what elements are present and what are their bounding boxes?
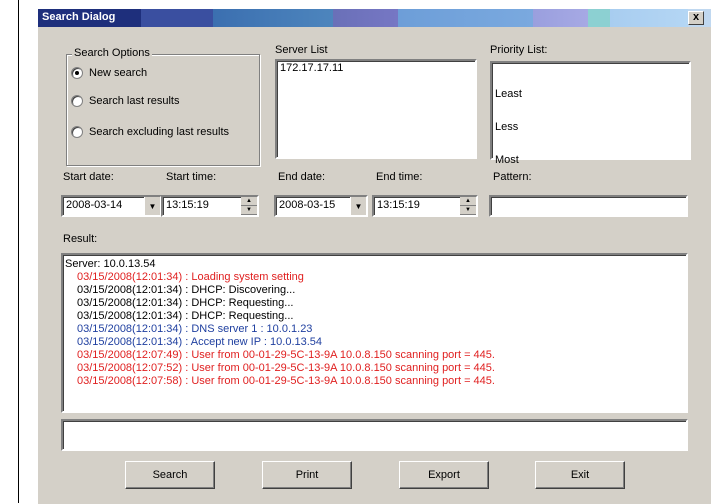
page-left-border: [18, 0, 19, 503]
export-button[interactable]: Export: [399, 461, 489, 489]
end-time-value: 13:15:19: [377, 199, 420, 211]
chevron-down-icon[interactable]: ▼: [350, 197, 366, 215]
spin-buttons[interactable]: ▲ ▼: [460, 197, 476, 215]
result-label: Result:: [63, 233, 98, 245]
pattern-label: Pattern:: [493, 171, 532, 183]
start-time-value: 13:15:19: [166, 199, 209, 211]
radio-label-new-search: New search: [89, 67, 148, 79]
print-button[interactable]: Print: [262, 461, 352, 489]
spin-down-icon[interactable]: ▼: [460, 206, 476, 215]
result-log-line: 03/15/2008(12:01:34) : DHCP: Discovering…: [77, 284, 296, 296]
search-button[interactable]: Search: [125, 461, 215, 489]
priority-item-less[interactable]: Less: [495, 122, 686, 133]
result-log-line: 03/15/2008(12:07:58) : User from 00-01-2…: [77, 375, 495, 387]
result-log[interactable]: Server: 10.0.13.54 03/15/2008(12:01:34) :…: [61, 253, 688, 413]
result-log-line: Server: 10.0.13.54: [65, 258, 156, 270]
result-log-line: 03/15/2008(12:07:52) : User from 00-01-2…: [77, 362, 495, 374]
radio-new-search[interactable]: New search: [71, 67, 147, 79]
chevron-down-icon[interactable]: ▼: [144, 197, 160, 215]
end-date-value: 2008-03-15: [279, 199, 336, 211]
end-date-label: End date:: [278, 171, 326, 183]
title-bar[interactable]: Search Dialog x: [38, 9, 711, 27]
end-time-spinner[interactable]: 13:15:19 ▲ ▼: [372, 195, 478, 217]
result-log-line: 03/15/2008(12:01:34) : DNS server 1 : 10…: [77, 323, 313, 335]
result-detail-box[interactable]: [61, 419, 688, 451]
close-button[interactable]: x: [688, 11, 704, 25]
server-list-box[interactable]: 172.17.17.11: [275, 59, 477, 159]
exit-button[interactable]: Exit: [535, 461, 625, 489]
priority-item-most[interactable]: Most: [495, 155, 686, 166]
radio-button[interactable]: [71, 67, 83, 79]
window-title: Search Dialog: [42, 11, 116, 23]
spin-up-icon[interactable]: ▲: [241, 197, 257, 206]
priority-list-label: Priority List:: [490, 44, 548, 56]
start-date-picker[interactable]: 2008-03-14 ▼: [61, 195, 162, 217]
end-date-picker[interactable]: 2008-03-15 ▼: [274, 195, 368, 217]
start-time-spinner[interactable]: 13:15:19 ▲ ▼: [161, 195, 259, 217]
result-log-line: 03/15/2008(12:01:34) : DHCP: Requesting.…: [77, 297, 294, 309]
priority-item-least[interactable]: Least: [495, 89, 686, 100]
radio-label-search-excluding: Search excluding last results: [89, 126, 230, 138]
server-list-item[interactable]: 172.17.17.11: [277, 61, 475, 76]
radio-button[interactable]: [71, 126, 83, 138]
spin-buttons[interactable]: ▲ ▼: [241, 197, 257, 215]
result-log-line: 03/15/2008(12:07:49) : User from 00-01-2…: [77, 349, 495, 361]
start-date-label: Start date:: [63, 171, 114, 183]
result-log-line: 03/15/2008(12:01:34) : Loading system se…: [77, 271, 304, 283]
server-list-label: Server List: [275, 44, 328, 56]
end-time-label: End time:: [376, 171, 423, 183]
search-options-legend: Search Options: [72, 47, 152, 59]
radio-search-excluding[interactable]: Search excluding last results: [71, 126, 229, 138]
result-log-line: 03/15/2008(12:01:34) : DHCP: Requesting.…: [77, 310, 294, 322]
radio-button[interactable]: [71, 95, 83, 107]
search-dialog-window: Search Dialog x Search Options New searc…: [37, 8, 711, 504]
start-date-value: 2008-03-14: [66, 199, 123, 211]
result-log-line: 03/15/2008(12:01:34) : Accept new IP : 1…: [77, 336, 323, 348]
radio-search-last-results[interactable]: Search last results: [71, 95, 179, 107]
spin-down-icon[interactable]: ▼: [241, 206, 257, 215]
start-time-label: Start time:: [166, 171, 217, 183]
radio-label-search-last: Search last results: [89, 95, 180, 107]
priority-list-box[interactable]: Least Less Most: [490, 61, 691, 166]
pattern-input[interactable]: [489, 195, 688, 217]
spin-up-icon[interactable]: ▲: [460, 197, 476, 206]
